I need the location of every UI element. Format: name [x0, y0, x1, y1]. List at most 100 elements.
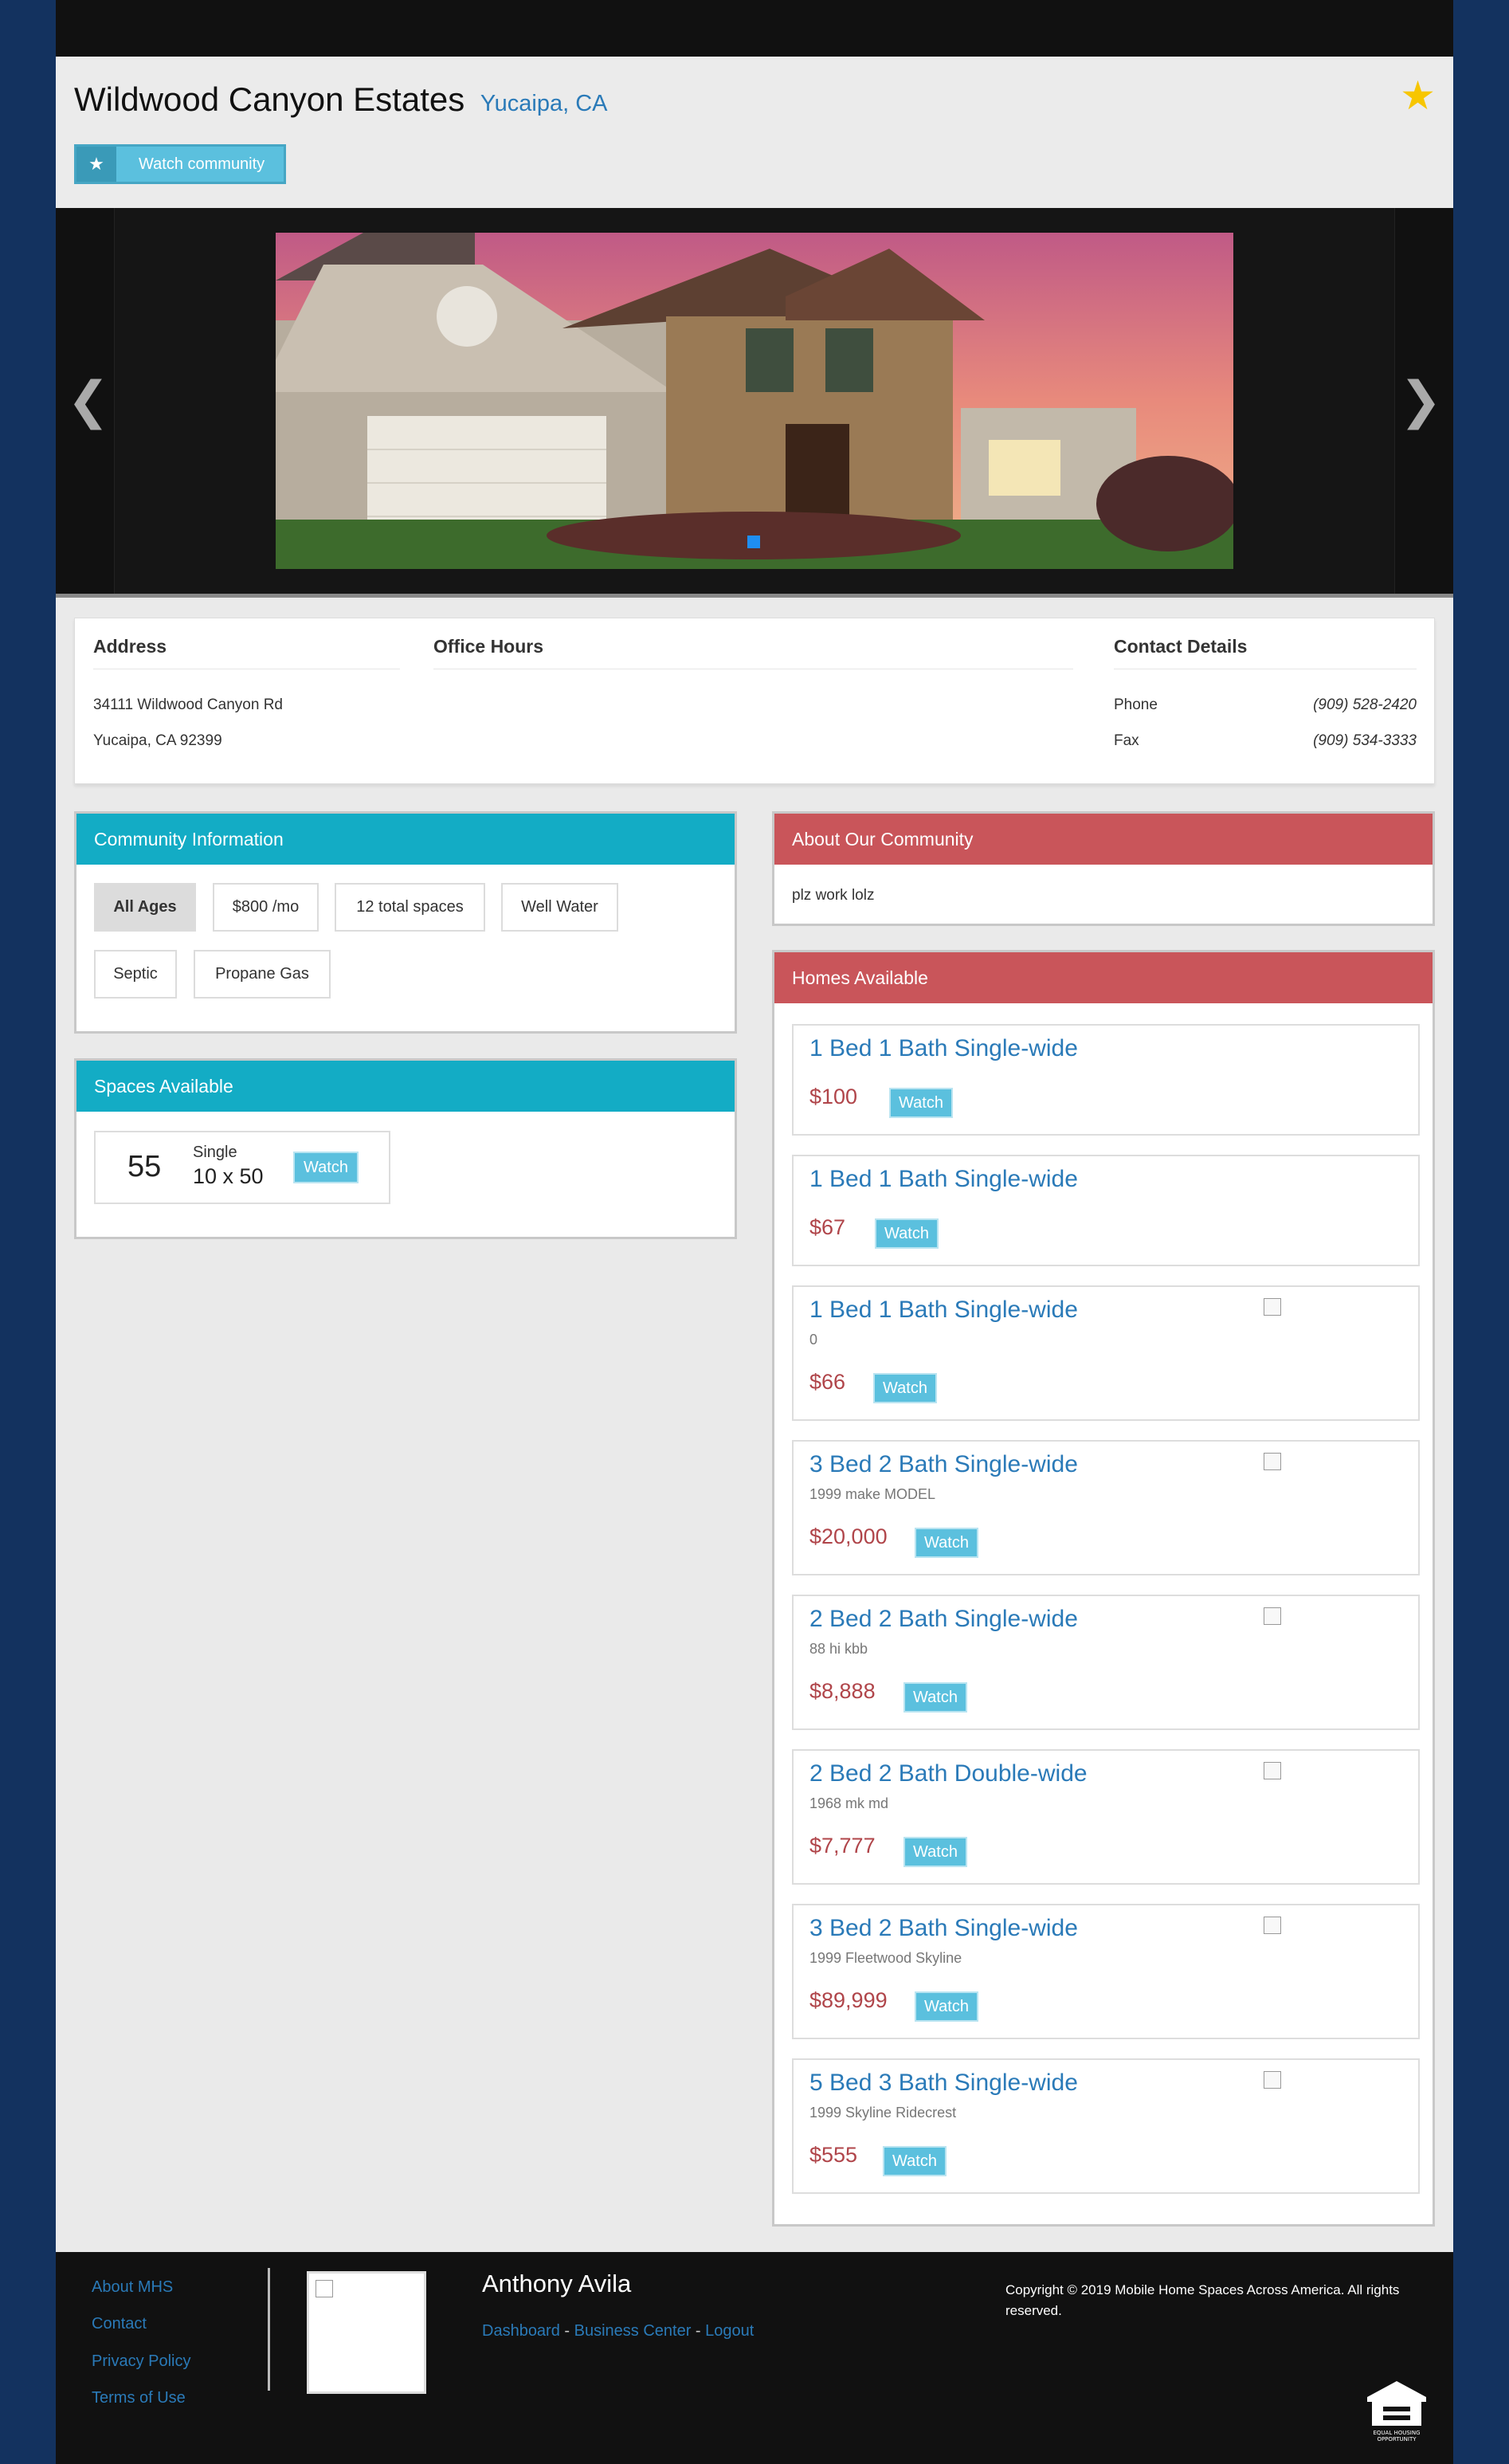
copyright-text: Copyright © 2019 Mobile Home Spaces Acro… — [1005, 2282, 1400, 2318]
home-thumbnail[interactable] — [1264, 2071, 1281, 2089]
carousel-prev-button[interactable]: ❮ — [56, 208, 115, 594]
home-price: $7,777 — [809, 1834, 876, 1858]
tag-sewer: Septic — [94, 950, 177, 999]
home-listing-card[interactable]: 2 Bed 2 Bath Single-wide 88 hi kbb $8,88… — [792, 1595, 1420, 1730]
home-listing-card[interactable]: 3 Bed 2 Bath Single-wide 1999 Fleetwood … — [792, 1904, 1420, 2039]
community-information-heading: Community Information — [76, 814, 735, 865]
home-price: $20,000 — [809, 1524, 888, 1548]
office-hours-heading: Office Hours — [433, 636, 544, 657]
watch-home-button[interactable]: Watch — [889, 1088, 953, 1118]
home-subtitle: 1968 mk md — [809, 1795, 889, 1811]
home-thumbnail[interactable] — [1264, 1762, 1281, 1779]
photo-carousel: ❮ ❯ — [56, 208, 1453, 594]
watch-home-button[interactable]: Watch — [915, 1991, 978, 2022]
home-price: $8,888 — [809, 1679, 876, 1703]
carousel-slide-image — [276, 233, 1233, 569]
home-subtitle: 0 — [809, 1332, 818, 1348]
eho-text-1: EQUAL HOUSING — [1373, 2430, 1420, 2436]
chevron-left-icon: ❮ — [67, 371, 110, 430]
home-title[interactable]: 3 Bed 2 Bath Single-wide — [809, 1915, 1078, 1942]
top-navbar — [56, 0, 1453, 57]
homes-available-panel: Homes Available 1 Bed 1 Bath Single-wide… — [772, 950, 1435, 2227]
space-size: 10 x 50 — [193, 1164, 264, 1188]
home-listing-card[interactable]: 1 Bed 1 Bath Single-wide $100 Watch — [792, 1024, 1420, 1136]
spaces-available-heading: Spaces Available — [76, 1061, 735, 1112]
home-price: $89,999 — [809, 1988, 888, 2012]
space-card[interactable]: 55 Single 10 x 50 Watch — [94, 1131, 390, 1204]
community-information-panel: Community Information All Ages $800 /mo … — [74, 811, 737, 1034]
home-thumbnail[interactable] — [1264, 1917, 1281, 1934]
home-listing-card[interactable]: 3 Bed 2 Bath Single-wide 1999 make MODEL… — [792, 1440, 1420, 1575]
about-community-heading: About Our Community — [774, 814, 1433, 865]
home-thumbnail[interactable] — [1264, 1298, 1281, 1316]
star-icon: ★ — [76, 147, 116, 182]
page-title: Wildwood Canyon Estates Yucaipa, CA — [74, 80, 608, 119]
nav-separator: - — [691, 2322, 706, 2340]
home-title[interactable]: 1 Bed 1 Bath Single-wide — [809, 1035, 1078, 1062]
broken-image-icon — [316, 2280, 333, 2297]
home-title[interactable]: 3 Bed 2 Bath Single-wide — [809, 1451, 1078, 1478]
home-subtitle: 1999 Skyline Ridecrest — [809, 2105, 957, 2121]
home-thumbnail[interactable] — [1264, 1453, 1281, 1470]
homes-available-heading: Homes Available — [774, 952, 1433, 1003]
community-header: Wildwood Canyon Estates Yucaipa, CA ★ ★ … — [56, 57, 1453, 208]
watch-home-button[interactable]: Watch — [915, 1528, 978, 1558]
watch-home-button[interactable]: Watch — [903, 1682, 967, 1713]
watch-space-button[interactable]: Watch — [293, 1152, 359, 1183]
home-listing-card[interactable]: 1 Bed 1 Bath Single-wide $67 Watch — [792, 1155, 1420, 1266]
home-title[interactable]: 2 Bed 2 Bath Double-wide — [809, 1760, 1088, 1787]
carousel-next-button[interactable]: ❯ — [1394, 208, 1453, 594]
footer-link-terms[interactable]: Terms of Use — [92, 2389, 186, 2407]
home-thumbnail[interactable] — [1264, 1607, 1281, 1625]
equal-housing-icon: EQUAL HOUSING OPPORTUNITY — [1364, 2378, 1429, 2443]
home-listing-card[interactable]: 1 Bed 1 Bath Single-wide 0 $66 Watch — [792, 1285, 1420, 1421]
home-title[interactable]: 2 Bed 2 Bath Single-wide — [809, 1606, 1078, 1633]
home-title[interactable]: 1 Bed 1 Bath Single-wide — [809, 1297, 1078, 1324]
address-line-2: Yucaipa, CA 92399 — [93, 732, 222, 749]
watch-home-button[interactable]: Watch — [903, 1837, 967, 1867]
fax-value: (909) 534-3333 — [1313, 732, 1417, 749]
watch-community-label: Watch community — [139, 155, 265, 173]
watch-community-button[interactable]: ★ Watch community — [74, 144, 286, 184]
phone-label: Phone — [1114, 696, 1158, 713]
home-title[interactable]: 5 Bed 3 Bath Single-wide — [809, 2070, 1078, 2097]
home-price: $555 — [809, 2143, 858, 2167]
home-price: $100 — [809, 1085, 858, 1108]
tag-gas: Propane Gas — [194, 950, 331, 999]
home-subtitle: 1999 make MODEL — [809, 1486, 936, 1502]
footer-link-privacy[interactable]: Privacy Policy — [92, 2352, 190, 2371]
watch-home-button[interactable]: Watch — [875, 1218, 939, 1249]
star-icon[interactable]: ★ — [1400, 76, 1436, 116]
about-community-panel: About Our Community plz work lolz — [772, 811, 1435, 926]
divider — [56, 594, 1453, 598]
dashboard-link[interactable]: Dashboard — [482, 2322, 560, 2340]
address-heading: Address — [93, 636, 167, 657]
home-subtitle: 88 hi kbb — [809, 1641, 868, 1657]
contact-details-heading: Contact Details — [1114, 636, 1248, 657]
footer-link-about[interactable]: About MHS — [92, 2278, 173, 2297]
contact-info-box: Address Office Hours Contact Details 341… — [74, 618, 1435, 784]
home-listing-card[interactable]: 2 Bed 2 Bath Double-wide 1968 mk md $7,7… — [792, 1749, 1420, 1885]
phone-value: (909) 528-2420 — [1313, 696, 1417, 713]
about-community-text: plz work lolz — [792, 887, 875, 904]
nav-separator: - — [559, 2322, 574, 2340]
spaces-available-panel: Spaces Available 55 Single 10 x 50 Watch — [74, 1058, 737, 1239]
home-listing-card[interactable]: 5 Bed 3 Bath Single-wide 1999 Skyline Ri… — [792, 2058, 1420, 2194]
watch-home-button[interactable]: Watch — [883, 2146, 947, 2176]
user-nav: Dashboard - Business Center - Logout — [482, 2322, 754, 2340]
community-location[interactable]: Yucaipa, CA — [480, 91, 608, 116]
footer: About MHS Contact Privacy Policy Terms o… — [56, 2252, 1453, 2464]
community-name: Wildwood Canyon Estates — [74, 80, 465, 118]
tag-all-ages: All Ages — [94, 883, 196, 932]
home-price: $66 — [809, 1370, 846, 1394]
watch-home-button[interactable]: Watch — [873, 1373, 937, 1403]
carousel-indicator[interactable] — [747, 536, 760, 548]
chevron-right-icon: ❯ — [1399, 371, 1442, 430]
business-center-link[interactable]: Business Center — [574, 2322, 692, 2340]
avatar[interactable] — [307, 2271, 426, 2394]
logout-link[interactable]: Logout — [705, 2322, 754, 2340]
home-price: $67 — [809, 1215, 846, 1239]
fax-label: Fax — [1114, 732, 1139, 749]
home-title[interactable]: 1 Bed 1 Bath Single-wide — [809, 1166, 1078, 1193]
footer-link-contact[interactable]: Contact — [92, 2315, 147, 2333]
